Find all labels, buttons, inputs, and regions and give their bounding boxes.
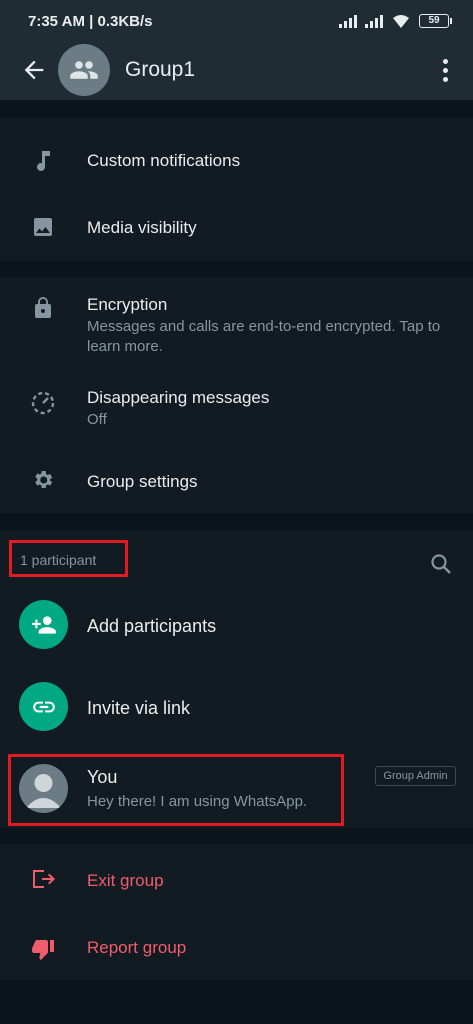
invite-link-avatar xyxy=(19,682,68,731)
page-title[interactable]: Group1 xyxy=(125,58,195,82)
battery-icon: 59 xyxy=(419,14,452,28)
wifi-icon xyxy=(393,15,409,28)
encryption-description: Messages and calls are end-to-end encryp… xyxy=(87,318,441,355)
report-group-row[interactable]: Report group xyxy=(0,914,473,980)
custom-notifications-label: Custom notifications xyxy=(87,151,241,170)
signal-icon xyxy=(339,14,357,28)
timer-icon xyxy=(30,390,56,416)
music-note-icon xyxy=(30,148,56,174)
custom-notifications-row[interactable]: Custom notifications xyxy=(0,118,473,190)
link-icon xyxy=(32,701,55,712)
media-visibility-label: Media visibility xyxy=(87,218,197,237)
add-person-icon xyxy=(31,615,56,634)
group-settings-label: Group settings xyxy=(87,472,198,491)
exit-icon xyxy=(30,866,56,892)
image-icon xyxy=(30,214,56,240)
group-settings-row[interactable]: Group settings xyxy=(0,447,473,513)
disappearing-messages-value: Off xyxy=(87,411,107,428)
encryption-title: Encryption xyxy=(87,295,168,314)
notifications-section: Custom notifications Media visibility xyxy=(0,118,473,261)
encryption-row[interactable]: Encryption Messages and calls are end-to… xyxy=(0,277,473,365)
disappearing-messages-title: Disappearing messages xyxy=(87,388,270,407)
signal-icon xyxy=(365,14,383,28)
group-icon xyxy=(70,61,98,79)
report-group-label: Report group xyxy=(87,938,187,957)
exit-group-label: Exit group xyxy=(87,871,164,890)
status-time: 7:35 AM | 0.3KB/s xyxy=(28,13,153,30)
gear-icon xyxy=(30,467,56,493)
invite-link-row[interactable]: Invite via link xyxy=(0,678,473,740)
highlight-box xyxy=(8,754,344,826)
privacy-section: Encryption Messages and calls are end-to… xyxy=(0,277,473,513)
disappearing-messages-row[interactable]: Disappearing messages Off xyxy=(0,375,473,435)
exit-group-row[interactable]: Exit group xyxy=(0,844,473,914)
media-visibility-row[interactable]: Media visibility xyxy=(0,190,473,261)
group-admin-badge: Group Admin xyxy=(375,766,456,786)
add-participants-avatar xyxy=(19,600,68,649)
back-arrow-icon[interactable] xyxy=(20,56,48,84)
search-icon[interactable] xyxy=(429,552,453,576)
invite-link-label: Invite via link xyxy=(87,698,191,718)
thumbs-down-icon xyxy=(30,936,56,962)
status-bar: 7:35 AM | 0.3KB/s 59 xyxy=(0,0,473,42)
add-participants-label: Add participants xyxy=(87,616,217,636)
add-participants-row[interactable]: Add participants xyxy=(0,596,473,658)
kebab-menu-icon[interactable] xyxy=(435,56,455,84)
highlight-box xyxy=(9,540,128,577)
lock-icon xyxy=(30,295,56,321)
app-bar: Group1 xyxy=(0,42,473,100)
exit-section: Exit group Report group xyxy=(0,844,473,980)
group-avatar[interactable] xyxy=(58,44,110,96)
status-icons: 59 xyxy=(339,13,452,29)
